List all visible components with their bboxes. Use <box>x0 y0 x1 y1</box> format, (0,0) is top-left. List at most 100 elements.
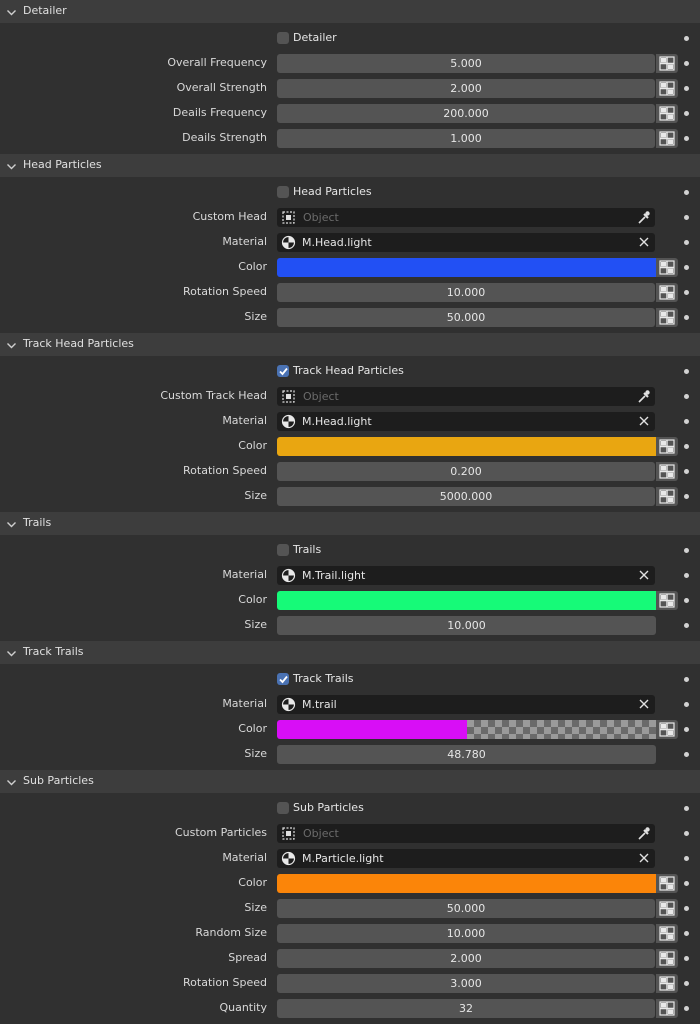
color-swatch[interactable] <box>277 720 656 739</box>
number-field-overall-strength[interactable]: 2.000 <box>277 79 655 98</box>
eyedropper-icon[interactable] <box>636 826 651 844</box>
keyframe-dot-icon[interactable] <box>684 881 689 886</box>
decorator-icon[interactable] <box>656 949 678 968</box>
number-field-quantity[interactable]: 32 <box>277 999 655 1018</box>
panel-header[interactable]: Head Particles <box>0 154 700 177</box>
keyframe-dot-icon[interactable] <box>684 444 689 449</box>
decorator-icon[interactable] <box>656 974 678 993</box>
keyframe-dot-icon[interactable] <box>684 752 689 757</box>
decorator-icon[interactable] <box>656 899 678 918</box>
close-icon[interactable] <box>639 853 649 866</box>
keyframe-dot-icon[interactable] <box>684 215 689 220</box>
chevron-down-icon[interactable] <box>6 161 17 170</box>
keyframe-dot-icon[interactable] <box>684 806 689 811</box>
decorator-icon[interactable] <box>656 79 678 98</box>
checkbox-sub-particles[interactable] <box>277 802 289 814</box>
checkbox-trails[interactable] <box>277 544 289 556</box>
eyedropper-icon[interactable] <box>636 210 651 228</box>
decorator-icon[interactable] <box>656 999 678 1018</box>
close-icon[interactable] <box>639 570 649 583</box>
keyframe-dot-icon[interactable] <box>684 265 689 270</box>
keyframe-dot-icon[interactable] <box>684 240 689 245</box>
number-field-random-size[interactable]: 10.000 <box>277 924 655 943</box>
decorator-icon[interactable] <box>656 591 678 610</box>
keyframe-dot-icon[interactable] <box>684 677 689 682</box>
object-field[interactable]: Object <box>277 824 655 843</box>
decorator-icon[interactable] <box>656 874 678 893</box>
checkbox-detailer[interactable] <box>277 32 289 44</box>
chevron-down-icon[interactable] <box>6 648 17 657</box>
keyframe-dot-icon[interactable] <box>684 623 689 628</box>
decorator-icon[interactable] <box>656 308 678 327</box>
checkbox-label[interactable]: Head Particles <box>293 185 372 198</box>
chevron-down-icon[interactable] <box>6 340 17 349</box>
decorator-icon[interactable] <box>656 258 678 277</box>
color-swatch[interactable] <box>277 874 656 893</box>
keyframe-dot-icon[interactable] <box>684 981 689 986</box>
decorator-icon[interactable] <box>656 104 678 123</box>
checkbox-label[interactable]: Trails <box>293 543 321 556</box>
panel-header[interactable]: Track Trails <box>0 641 700 664</box>
number-field-size[interactable]: 5000.000 <box>277 487 655 506</box>
keyframe-dot-icon[interactable] <box>684 469 689 474</box>
checkbox-head-particles[interactable] <box>277 186 289 198</box>
material-field[interactable]: M.Head.light <box>277 233 655 252</box>
keyframe-dot-icon[interactable] <box>684 727 689 732</box>
keyframe-dot-icon[interactable] <box>684 548 689 553</box>
number-field-deails-frequency[interactable]: 200.000 <box>277 104 655 123</box>
material-field[interactable]: M.Particle.light <box>277 849 655 868</box>
keyframe-dot-icon[interactable] <box>684 931 689 936</box>
keyframe-dot-icon[interactable] <box>684 419 689 424</box>
material-field[interactable]: M.Head.light <box>277 412 655 431</box>
checkbox-label[interactable]: Track Head Particles <box>293 364 404 377</box>
decorator-icon[interactable] <box>656 487 678 506</box>
keyframe-dot-icon[interactable] <box>684 369 689 374</box>
material-field[interactable]: M.Trail.light <box>277 566 655 585</box>
keyframe-dot-icon[interactable] <box>684 136 689 141</box>
chevron-down-icon[interactable] <box>6 777 17 786</box>
keyframe-dot-icon[interactable] <box>684 86 689 91</box>
number-field-rotation-speed[interactable]: 3.000 <box>277 974 655 993</box>
material-field[interactable]: M.trail <box>277 695 655 714</box>
keyframe-dot-icon[interactable] <box>684 61 689 66</box>
panel-header[interactable]: Trails <box>0 512 700 535</box>
close-icon[interactable] <box>639 416 649 429</box>
decorator-icon[interactable] <box>656 924 678 943</box>
object-field[interactable]: Object <box>277 208 655 227</box>
keyframe-dot-icon[interactable] <box>684 190 689 195</box>
decorator-icon[interactable] <box>656 720 678 739</box>
number-field-rotation-speed[interactable]: 10.000 <box>277 283 655 302</box>
number-field-deails-strength[interactable]: 1.000 <box>277 129 655 148</box>
number-field-spread[interactable]: 2.000 <box>277 949 655 968</box>
keyframe-dot-icon[interactable] <box>684 394 689 399</box>
checkbox-label[interactable]: Detailer <box>293 31 337 44</box>
keyframe-dot-icon[interactable] <box>684 36 689 41</box>
panel-header[interactable]: Detailer <box>0 0 700 23</box>
number-field-size[interactable]: 50.000 <box>277 308 655 327</box>
decorator-icon[interactable] <box>656 283 678 302</box>
color-swatch[interactable] <box>277 437 656 456</box>
panel-header[interactable]: Track Head Particles <box>0 333 700 356</box>
keyframe-dot-icon[interactable] <box>684 315 689 320</box>
number-field-rotation-speed[interactable]: 0.200 <box>277 462 655 481</box>
checkbox-track-head-particles[interactable] <box>277 365 289 377</box>
number-field-size[interactable]: 10.000 <box>277 616 656 635</box>
number-field-size[interactable]: 50.000 <box>277 899 655 918</box>
number-field-size[interactable]: 48.780 <box>277 745 656 764</box>
keyframe-dot-icon[interactable] <box>684 906 689 911</box>
checkbox-label[interactable]: Sub Particles <box>293 801 364 814</box>
chevron-down-icon[interactable] <box>6 7 17 16</box>
decorator-icon[interactable] <box>656 129 678 148</box>
keyframe-dot-icon[interactable] <box>684 598 689 603</box>
keyframe-dot-icon[interactable] <box>684 494 689 499</box>
keyframe-dot-icon[interactable] <box>684 702 689 707</box>
keyframe-dot-icon[interactable] <box>684 111 689 116</box>
keyframe-dot-icon[interactable] <box>684 956 689 961</box>
keyframe-dot-icon[interactable] <box>684 1006 689 1011</box>
object-field[interactable]: Object <box>277 387 655 406</box>
chevron-down-icon[interactable] <box>6 519 17 528</box>
color-swatch[interactable] <box>277 258 656 277</box>
keyframe-dot-icon[interactable] <box>684 856 689 861</box>
checkbox-track-trails[interactable] <box>277 673 289 685</box>
eyedropper-icon[interactable] <box>636 389 651 407</box>
